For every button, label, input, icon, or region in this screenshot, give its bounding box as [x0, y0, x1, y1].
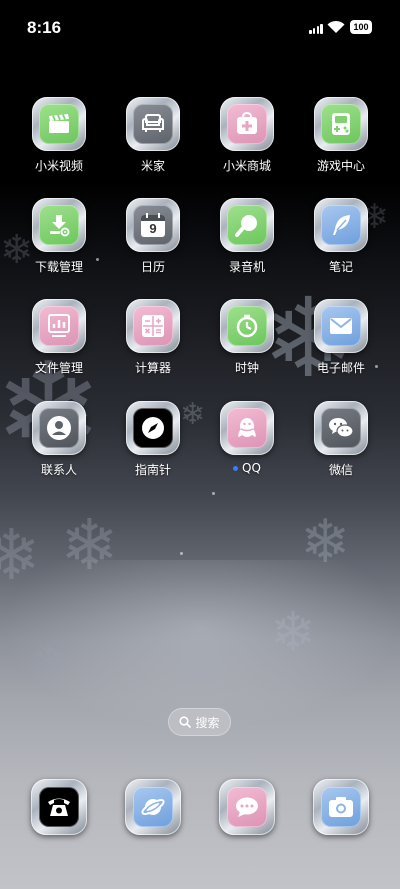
app-file-manager[interactable]: 文件管理 — [19, 299, 99, 376]
search-label: 搜索 — [195, 715, 220, 730]
dock-phone[interactable] — [19, 779, 99, 835]
store-cross-icon — [227, 104, 267, 144]
app-label: 联系人 — [40, 463, 77, 477]
app-label: 时钟 — [234, 361, 259, 375]
dock-messages[interactable] — [207, 779, 287, 835]
battery-icon: 100 — [350, 20, 372, 34]
app-label: 录音机 — [228, 260, 265, 274]
app-label: QQ — [242, 461, 261, 475]
file-chart-icon — [39, 306, 79, 346]
app-xiaomi-video[interactable]: 小米视频 — [19, 97, 99, 174]
dock-browser[interactable] — [113, 779, 193, 835]
status-time: 8:16 — [27, 18, 62, 37]
app-compass[interactable]: 指南针 — [113, 401, 193, 478]
status-bar: 8:16 100 — [0, 0, 400, 56]
app-qq[interactable]: QQ — [207, 401, 287, 475]
app-label: 微信 — [328, 463, 353, 477]
app-label: 笔记 — [328, 260, 353, 274]
app-label: 日历 — [140, 260, 165, 274]
app-game-center[interactable]: 游戏中心 — [301, 97, 381, 174]
video-clapper-icon — [39, 104, 79, 144]
gameboy-icon — [321, 104, 361, 144]
cellular-signal-icon — [309, 24, 323, 34]
envelope-icon — [321, 306, 361, 346]
dock-camera[interactable] — [301, 779, 381, 835]
feather-icon — [321, 205, 361, 245]
app-label: 电子邮件 — [316, 361, 365, 375]
browser-planet-icon — [133, 787, 173, 827]
download-icon — [39, 205, 79, 245]
contact-person-icon — [39, 408, 79, 448]
app-recorder[interactable]: 录音机 — [207, 198, 287, 275]
app-label: 下载管理 — [34, 260, 83, 274]
qq-penguin-icon — [227, 408, 267, 448]
app-wechat[interactable]: 微信 — [301, 401, 381, 478]
message-bubble-icon — [227, 787, 267, 827]
wifi-icon — [327, 19, 345, 33]
clock-icon — [227, 306, 267, 346]
app-label: 游戏中心 — [316, 159, 365, 173]
calendar-day: 9 — [149, 221, 157, 236]
calculator-icon — [133, 306, 173, 346]
search-button[interactable]: 搜索 — [168, 708, 231, 736]
app-clock[interactable]: 时钟 — [207, 299, 287, 376]
app-label: 指南针 — [134, 463, 171, 477]
app-mijia[interactable]: 米家 — [113, 97, 193, 174]
app-calculator[interactable]: 计算器 — [113, 299, 193, 376]
app-contacts[interactable]: 联系人 — [19, 401, 99, 478]
app-download-manager[interactable]: 下载管理 — [19, 198, 99, 275]
compass-icon — [133, 408, 173, 448]
app-label: 米家 — [140, 159, 165, 173]
app-email[interactable]: 电子邮件 — [301, 299, 381, 376]
new-install-dot — [233, 466, 239, 471]
sofa-icon — [133, 104, 173, 144]
camera-icon — [321, 787, 361, 827]
wechat-icon — [321, 408, 361, 448]
calendar-icon: 9 — [133, 205, 173, 245]
app-notes[interactable]: 笔记 — [301, 198, 381, 275]
app-label: 计算器 — [134, 361, 171, 375]
app-label: 小米视频 — [34, 159, 83, 173]
app-xiaomi-store[interactable]: 小米商城 — [207, 97, 287, 174]
search-icon — [179, 716, 192, 728]
microphone-icon — [227, 205, 267, 245]
phone-icon — [39, 787, 79, 827]
app-label: 小米商城 — [222, 159, 271, 173]
app-label: 文件管理 — [34, 361, 83, 375]
app-label-wrap: QQ — [207, 461, 287, 475]
app-calendar[interactable]: 9 日历 — [113, 198, 193, 275]
